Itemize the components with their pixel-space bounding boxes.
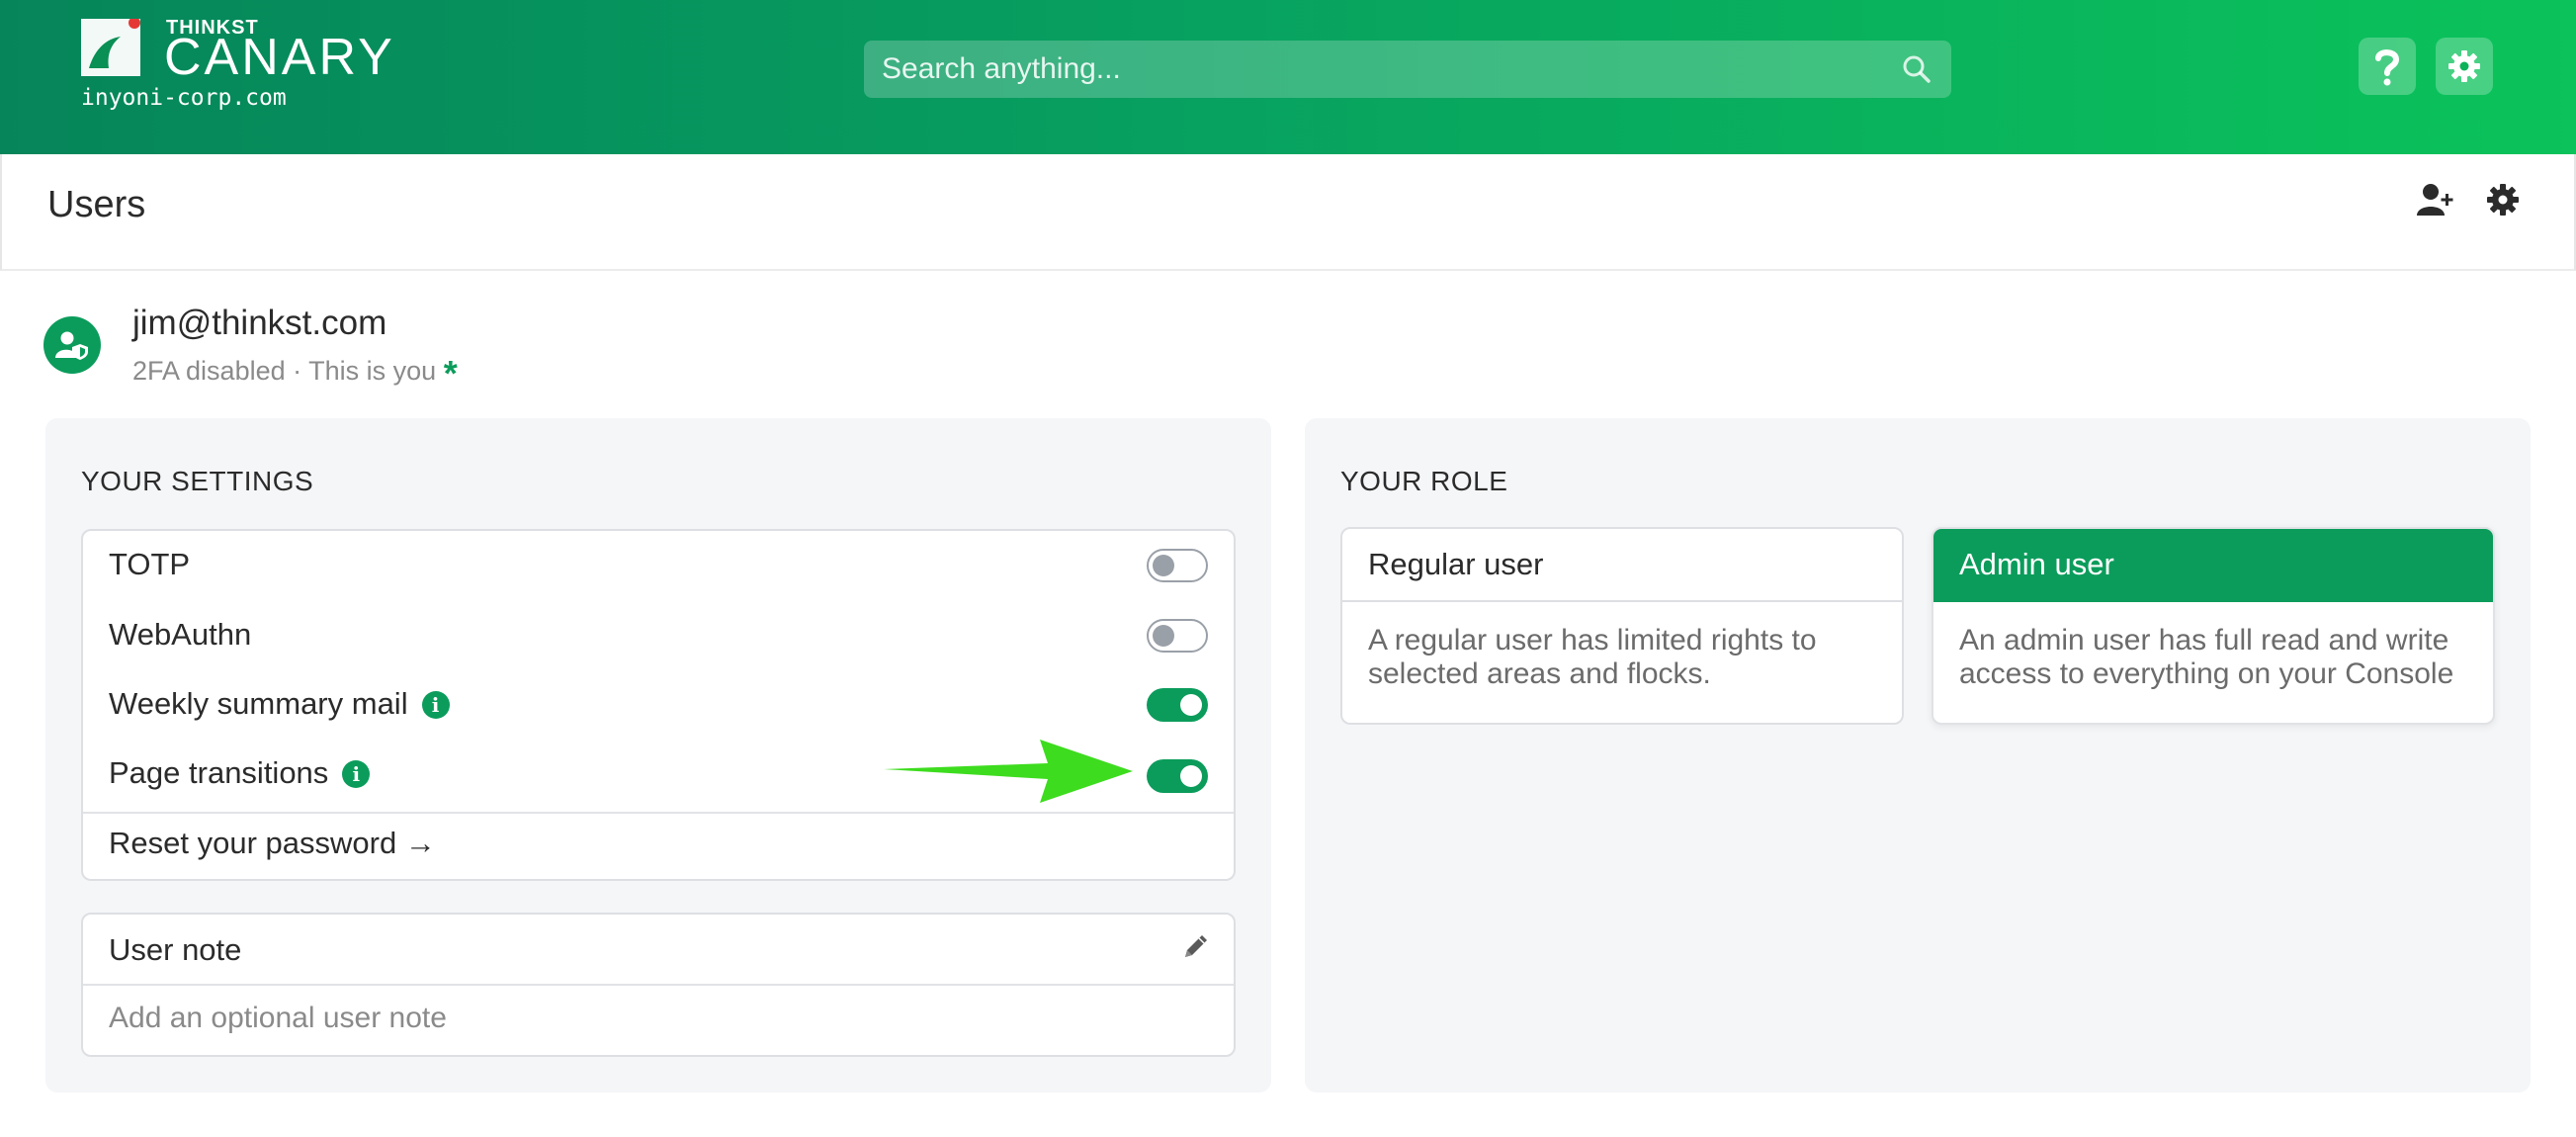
- user-note-card: User note Add an optional user note: [81, 913, 1236, 1057]
- info-icon[interactable]: i: [342, 760, 371, 788]
- note-divider: [83, 984, 1234, 986]
- avatar: [43, 316, 101, 374]
- setting-label-webauthn: WebAuthn: [109, 617, 252, 652]
- setting-label-page-transitions: Page transitions i: [109, 755, 371, 791]
- settings-button[interactable]: [2436, 38, 2493, 95]
- role-option-regular[interactable]: Regular user A regular user has limited …: [1340, 527, 1904, 725]
- console-domain: inyoni-corp.com: [81, 85, 287, 111]
- toggle-knob: [1153, 625, 1174, 647]
- user-status-text: 2FA disabled · This is you: [132, 356, 437, 386]
- help-button[interactable]: [2359, 38, 2416, 95]
- role-name: Regular user: [1368, 547, 1544, 581]
- brand-name[interactable]: CANARY: [164, 32, 395, 83]
- top-navbar: THINKST CANARY inyoni-corp.com: [0, 0, 2576, 154]
- toggle-knob: [1180, 694, 1202, 716]
- toggle-page-transitions[interactable]: [1147, 759, 1208, 793]
- toggle-totp[interactable]: [1147, 549, 1208, 582]
- search-bar[interactable]: [864, 41, 1951, 98]
- info-icon[interactable]: i: [421, 691, 450, 719]
- role-header: Regular user: [1342, 529, 1902, 602]
- role-description: An admin user has full read and write ac…: [1959, 624, 2454, 690]
- toggle-weekly-summary[interactable]: [1147, 688, 1208, 722]
- canary-logo-icon[interactable]: [81, 19, 140, 76]
- setting-label-totp: TOTP: [109, 547, 191, 581]
- user-status: 2FA disabled · This is you *: [132, 353, 458, 394]
- weekly-summary-text: Weekly summary mail: [109, 686, 408, 721]
- page-title: Users: [47, 184, 146, 225]
- role-panel: YOUR ROLE Regular user A regular user ha…: [1305, 418, 2531, 1093]
- question-icon: [2375, 49, 2400, 86]
- settings-heading: YOUR SETTINGS: [81, 466, 314, 496]
- user-note-placeholder[interactable]: Add an optional user note: [109, 1002, 447, 1035]
- add-user-icon[interactable]: [2416, 180, 2455, 219]
- user-note-title: User note: [109, 932, 242, 967]
- toggle-webauthn[interactable]: [1147, 619, 1208, 653]
- gear-icon[interactable]: [2485, 182, 2521, 218]
- gear-icon: [2448, 50, 2480, 82]
- role-option-admin[interactable]: Admin user An admin user has full read a…: [1932, 527, 2495, 725]
- reset-password-link[interactable]: Reset your password →: [109, 826, 436, 861]
- setting-row-totp: TOTP: [83, 531, 1234, 600]
- pencil-icon[interactable]: [1180, 930, 1212, 962]
- role-description: A regular user has limited rights to sel…: [1368, 624, 1817, 690]
- toggle-knob: [1180, 765, 1202, 787]
- role-header: Admin user: [1933, 529, 2493, 602]
- page-transitions-text: Page transitions: [109, 755, 329, 790]
- page-header: Users: [0, 154, 2576, 271]
- setting-row-weekly-summary: Weekly summary mail i: [83, 670, 1234, 740]
- user-shield-icon: [55, 331, 88, 360]
- search-icon[interactable]: [1902, 54, 1932, 84]
- search-input[interactable]: [882, 41, 1870, 98]
- settings-divider: [83, 812, 1234, 814]
- role-heading: YOUR ROLE: [1340, 466, 1508, 496]
- current-user-marker: *: [443, 353, 458, 394]
- settings-card: TOTP WebAuthn Weekly summary mail i Page …: [81, 529, 1236, 881]
- annotation-arrow-icon: [884, 740, 1133, 803]
- setting-row-webauthn: WebAuthn: [83, 601, 1234, 670]
- setting-label-weekly-summary: Weekly summary mail i: [109, 686, 450, 722]
- user-email: jim@thinkst.com: [132, 304, 387, 342]
- role-name: Admin user: [1959, 547, 2114, 581]
- toggle-knob: [1153, 555, 1174, 576]
